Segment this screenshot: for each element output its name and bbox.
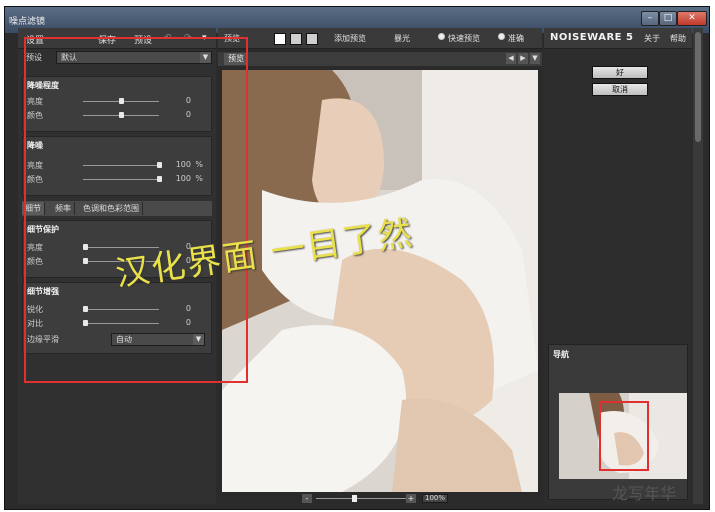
navigator-title: 导航 [553,350,569,359]
chevron-down-icon[interactable]: ▼ [530,53,540,64]
preview-tab-bar: 预览 ◀ ▶ ▼ [218,52,542,66]
minimize-button[interactable]: – [641,11,659,26]
brand-logo: NOISEWARE 5 [550,32,634,43]
watermark: 龙写年华 [612,484,677,503]
zoom-out-button[interactable]: - [302,494,312,503]
preview-image[interactable] [222,70,538,492]
split-horizontal-icon[interactable] [290,33,302,45]
brand-bar: NOISEWARE 5 关于 帮助 [544,28,692,49]
chevron-right-icon[interactable]: ▶ [518,53,528,64]
zoom-percent[interactable]: 100% [422,494,448,503]
accurate-radio[interactable] [498,33,505,40]
split-vertical-icon[interactable] [306,33,318,45]
fast-preview-label[interactable]: 快速预览 [448,33,480,44]
fast-preview-radio[interactable] [438,33,445,40]
navigator-viewport[interactable] [599,401,649,471]
help-link[interactable]: 帮助 [670,33,686,44]
photo-illustration [222,70,538,492]
about-link[interactable]: 关于 [644,33,660,44]
chevron-left-icon[interactable]: ◀ [506,53,516,64]
navigator-panel: 导航 [548,344,688,500]
accurate-label[interactable]: 准确 [508,33,524,44]
zoom-slider-track[interactable] [316,498,406,499]
zoom-in-button[interactable]: + [406,494,416,503]
single-view-icon[interactable] [274,33,286,45]
vertical-scrollbar[interactable] [693,28,703,504]
maximize-button[interactable]: □ [659,11,677,26]
add-preview-button[interactable]: 添加预览 [334,33,366,44]
exposure-button[interactable]: 暴光 [394,33,410,44]
scrollbar-thumb[interactable] [695,32,701,142]
cancel-button[interactable]: 取消 [592,83,648,96]
zoom-controls: - + 100% [218,494,542,504]
highlight-box [24,37,248,383]
zoom-slider-knob[interactable] [352,495,357,502]
window-title: 噪点滤镜 [9,17,46,27]
navigator-thumbnail[interactable] [559,393,687,479]
preview-toolbar: 预览 添加预览 暴光 快速预览 准确 [218,28,542,49]
ok-button[interactable]: 好 [592,66,648,79]
control-panel: NOISEWARE 5 关于 帮助 好 取消 导航 [544,28,692,504]
close-button[interactable]: ✕ [677,11,707,26]
